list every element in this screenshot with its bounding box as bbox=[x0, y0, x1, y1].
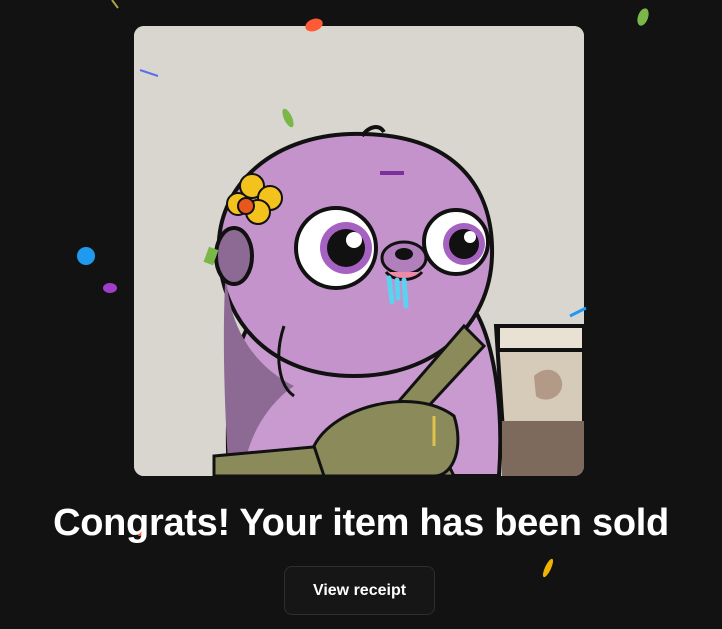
view-receipt-button[interactable]: View receipt bbox=[284, 566, 435, 615]
sale-success-dialog: Congrats! Your item has been sold View r… bbox=[0, 0, 722, 629]
nft-artwork bbox=[134, 26, 584, 476]
sale-confirmation-heading: Congrats! Your item has been sold bbox=[53, 502, 669, 544]
